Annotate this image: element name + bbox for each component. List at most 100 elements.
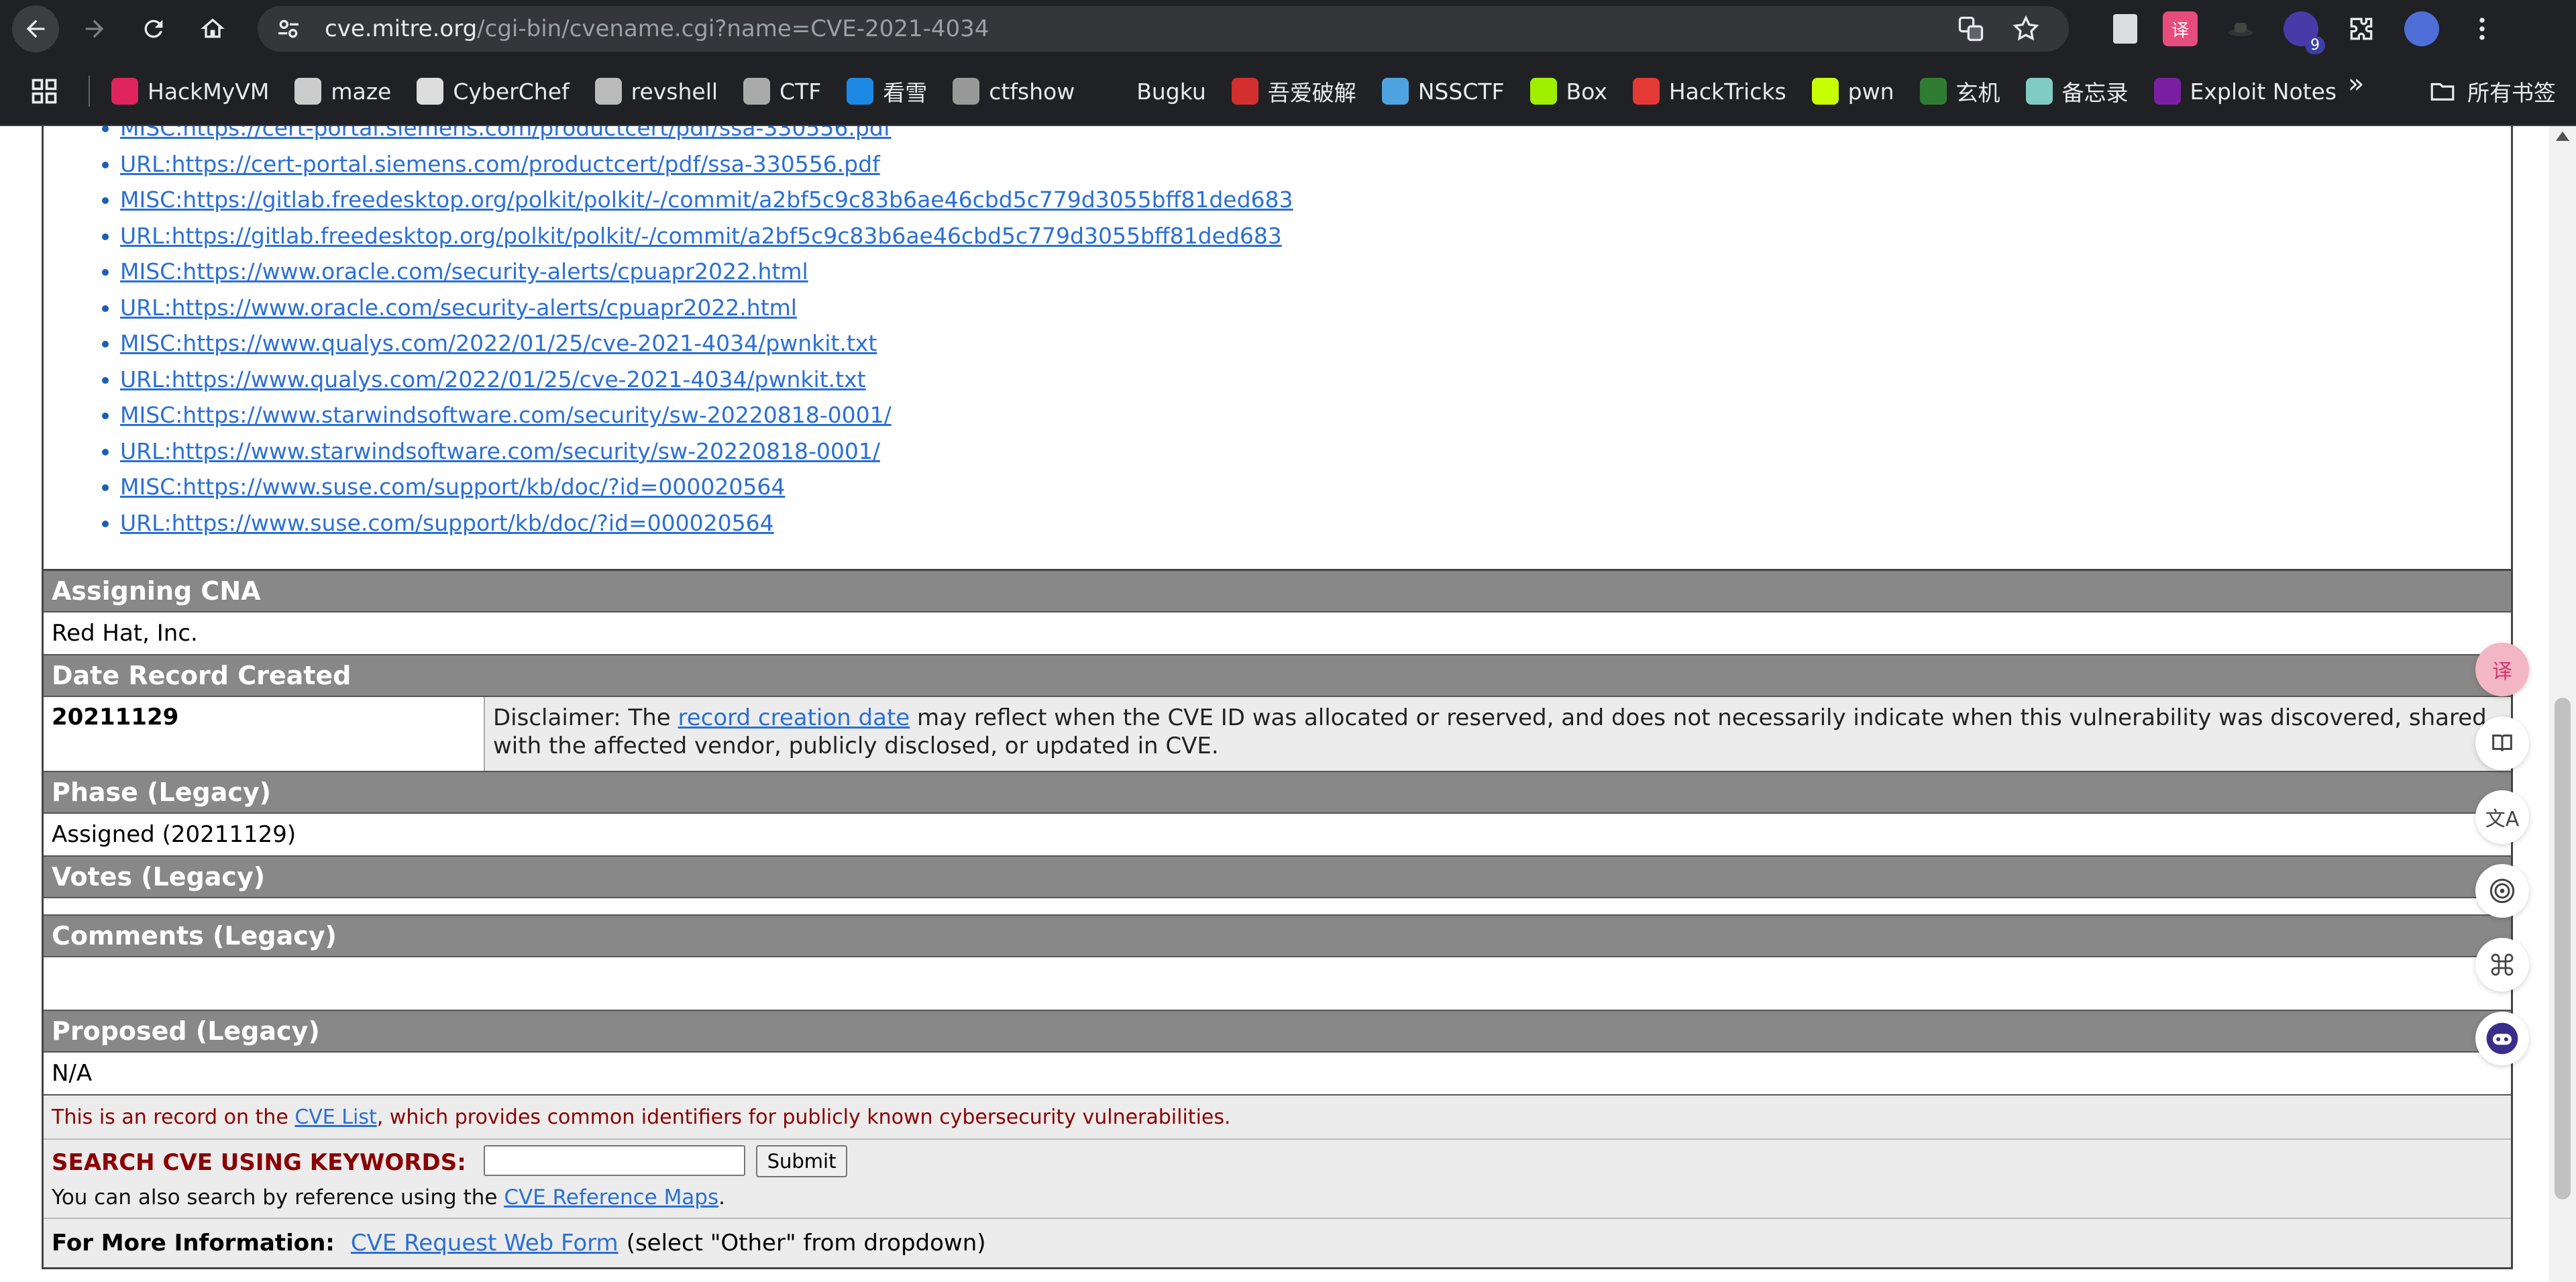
translator-extension-icon[interactable]: 译 bbox=[2163, 11, 2198, 46]
reference-link[interactable]: MISC:https://www.suse.com/support/kb/doc… bbox=[120, 474, 785, 500]
bookmark-label: Box bbox=[1566, 78, 1607, 105]
bookmark-favicon-icon bbox=[1100, 78, 1128, 105]
bookmark-item[interactable]: NSSCTF bbox=[1373, 68, 1514, 115]
keyword-search-row: SEARCH CVE USING KEYWORDS: Submit You ca… bbox=[44, 1140, 2511, 1219]
reference-link[interactable]: MISC:https://www.starwindsoftware.com/se… bbox=[120, 402, 892, 428]
date-record-disclaimer: Disclaimer: The record creation date may… bbox=[485, 697, 2511, 771]
bookmark-label: pwn bbox=[1847, 78, 1894, 105]
apps-grid-icon[interactable] bbox=[24, 71, 64, 111]
profile-avatar[interactable] bbox=[2404, 11, 2439, 46]
document-icon[interactable] bbox=[2113, 14, 2137, 44]
bookmark-label: ctfshow bbox=[989, 78, 1075, 105]
all-bookmarks-folder[interactable]: 所有书签 bbox=[2428, 68, 2556, 115]
bookmark-item[interactable]: 吾爱破解 bbox=[1222, 68, 1366, 115]
keyword-search-input[interactable] bbox=[484, 1145, 745, 1176]
scroll-up-arrow-icon[interactable] bbox=[2556, 131, 2569, 141]
more-info-row: For More Information: CVE Request Web Fo… bbox=[44, 1219, 2511, 1269]
bookmark-label: 备忘录 bbox=[2061, 80, 2129, 106]
cve-reference-maps-link[interactable]: CVE Reference Maps bbox=[504, 1185, 718, 1210]
reference-link[interactable]: MISC:https://gitlab.freedesktop.org/polk… bbox=[120, 186, 1293, 213]
url-host: cve.mitre.org bbox=[325, 15, 478, 42]
home-button[interactable] bbox=[189, 5, 236, 52]
menu-kebab-icon[interactable] bbox=[2465, 11, 2500, 46]
reference-link[interactable]: URL:https://gitlab.freedesktop.org/polki… bbox=[120, 223, 1282, 249]
proposed-heading: Proposed (Legacy) bbox=[44, 1011, 2511, 1053]
bookmark-item[interactable]: maze bbox=[285, 68, 400, 115]
reference-link[interactable]: MISC:https://www.qualys.com/2022/01/25/c… bbox=[120, 330, 877, 356]
bookmark-item[interactable]: HackTricks bbox=[1623, 68, 1796, 115]
bookmark-label: Exploit Notes bbox=[2190, 78, 2337, 105]
forward-button[interactable] bbox=[71, 5, 118, 52]
extensions-area: 译 9 bbox=[2113, 5, 2500, 54]
cve-list-note: This is an record on the CVE List, which… bbox=[44, 1096, 2511, 1140]
command-icon[interactable] bbox=[2475, 938, 2529, 992]
note-suffix: , which provides common identifiers for … bbox=[376, 1105, 1231, 1129]
reference-link[interactable]: URL:https://www.suse.com/support/kb/doc/… bbox=[120, 510, 774, 536]
bookmark-item[interactable]: CyberChef bbox=[407, 68, 578, 115]
cve-detail-table: MISC:https://cert-portal.siemens.com/pro… bbox=[42, 126, 2513, 1269]
puzzle-icon[interactable] bbox=[2344, 11, 2379, 46]
date-record-row: 20211129 Disclaimer: The record creation… bbox=[44, 697, 2511, 772]
cve-list-link[interactable]: CVE List bbox=[294, 1106, 376, 1129]
translate-widget-icon[interactable]: 译 bbox=[2475, 643, 2529, 696]
bookmark-item[interactable]: Bugku bbox=[1091, 68, 1216, 115]
cve-request-web-form-link[interactable]: CVE Request Web Form bbox=[351, 1230, 619, 1257]
bookmark-favicon-icon bbox=[953, 78, 980, 105]
bookmark-favicon-icon bbox=[1381, 78, 1409, 105]
bookmark-item[interactable]: ctfshow bbox=[943, 68, 1084, 115]
address-bar[interactable]: cve.mitre.org/cgi-bin/cvename.cgi?name=C… bbox=[258, 6, 2069, 52]
bookmark-item[interactable]: 玄机 bbox=[1911, 68, 2010, 115]
bookmark-label: 看雪 bbox=[883, 80, 928, 106]
bookmark-favicon-icon bbox=[417, 78, 444, 105]
bookmark-star-icon[interactable] bbox=[2010, 13, 2042, 45]
votes-heading: Votes (Legacy) bbox=[44, 857, 2511, 898]
translate-icon[interactable] bbox=[1955, 13, 1987, 45]
note-prefix: This is an record on the bbox=[52, 1105, 288, 1129]
more-info-suffix: (select "Other" from dropdown) bbox=[626, 1230, 986, 1257]
bookmark-favicon-icon bbox=[1632, 78, 1660, 105]
reference-item: MISC:https://www.oracle.com/security-ale… bbox=[120, 254, 1293, 290]
book-icon[interactable] bbox=[2475, 716, 2529, 770]
reference-link[interactable]: URL:https://www.starwindsoftware.com/sec… bbox=[120, 438, 880, 464]
scrollbar-thumb[interactable] bbox=[2555, 698, 2571, 1199]
back-button[interactable] bbox=[12, 5, 59, 52]
bookmarks-overflow-button[interactable]: » bbox=[2348, 68, 2364, 99]
bookmark-item[interactable]: CTF bbox=[734, 68, 830, 115]
hat-extension-icon[interactable] bbox=[2223, 11, 2258, 46]
reference-link[interactable]: MISC:https://cert-portal.siemens.com/pro… bbox=[120, 126, 891, 141]
language-icon[interactable]: 文A bbox=[2475, 790, 2529, 844]
badge-extension-icon[interactable]: 9 bbox=[2284, 11, 2325, 54]
record-creation-date-link[interactable]: record creation date bbox=[678, 704, 910, 731]
bookmark-item[interactable]: pwn bbox=[1803, 68, 1904, 115]
reference-item: URL:https://www.oracle.com/security-aler… bbox=[120, 290, 1293, 326]
bookmarks-bar: HackMyVM maze CyberChef revshell CTF 看雪 ctfsho… bbox=[0, 58, 2576, 126]
more-info-label: For More Information: bbox=[52, 1230, 335, 1257]
bookmark-label: CTF bbox=[780, 78, 822, 105]
reference-link[interactable]: URL:https://www.oracle.com/security-aler… bbox=[120, 295, 797, 321]
date-record-heading: Date Record Created bbox=[44, 655, 2511, 697]
reference-item: MISC:https://cert-portal.siemens.com/pro… bbox=[120, 126, 1293, 146]
search-help-prefix: You can also search by reference using t… bbox=[52, 1185, 504, 1210]
bookmark-item[interactable]: Box bbox=[1521, 68, 1617, 115]
phase-value: Assigned (20211129) bbox=[44, 814, 2511, 857]
bookmark-favicon-icon bbox=[2153, 78, 2181, 105]
bookmark-item[interactable]: HackMyVM bbox=[102, 68, 278, 115]
bookmark-label: maze bbox=[331, 78, 392, 105]
assistant-bot-icon[interactable] bbox=[2475, 1012, 2529, 1065]
site-info-icon[interactable] bbox=[268, 9, 309, 49]
bookmark-item[interactable]: revshell bbox=[586, 68, 727, 115]
bookmark-item[interactable]: 看雪 bbox=[837, 68, 936, 115]
reference-link[interactable]: URL:https://www.qualys.com/2022/01/25/cv… bbox=[120, 366, 866, 392]
reference-item: URL:https://www.starwindsoftware.com/sec… bbox=[120, 433, 1293, 470]
bookmark-item[interactable]: Exploit Notes bbox=[2145, 68, 2347, 115]
vertical-scrollbar[interactable] bbox=[2549, 126, 2576, 1282]
bookmarks-separator bbox=[89, 76, 90, 107]
reload-button[interactable] bbox=[130, 5, 177, 52]
reference-link[interactable]: MISC:https://www.oracle.com/security-ale… bbox=[120, 258, 808, 284]
broadcast-icon[interactable] bbox=[2475, 864, 2529, 918]
page-viewport: MISC:https://cert-portal.siemens.com/pro… bbox=[0, 126, 2549, 1282]
submit-button[interactable]: Submit bbox=[756, 1145, 847, 1177]
references-cell: MISC:https://cert-portal.siemens.com/pro… bbox=[44, 126, 2511, 571]
reference-link[interactable]: URL:https://cert-portal.siemens.com/prod… bbox=[120, 151, 880, 177]
bookmark-item[interactable]: 备忘录 bbox=[2017, 68, 2138, 115]
